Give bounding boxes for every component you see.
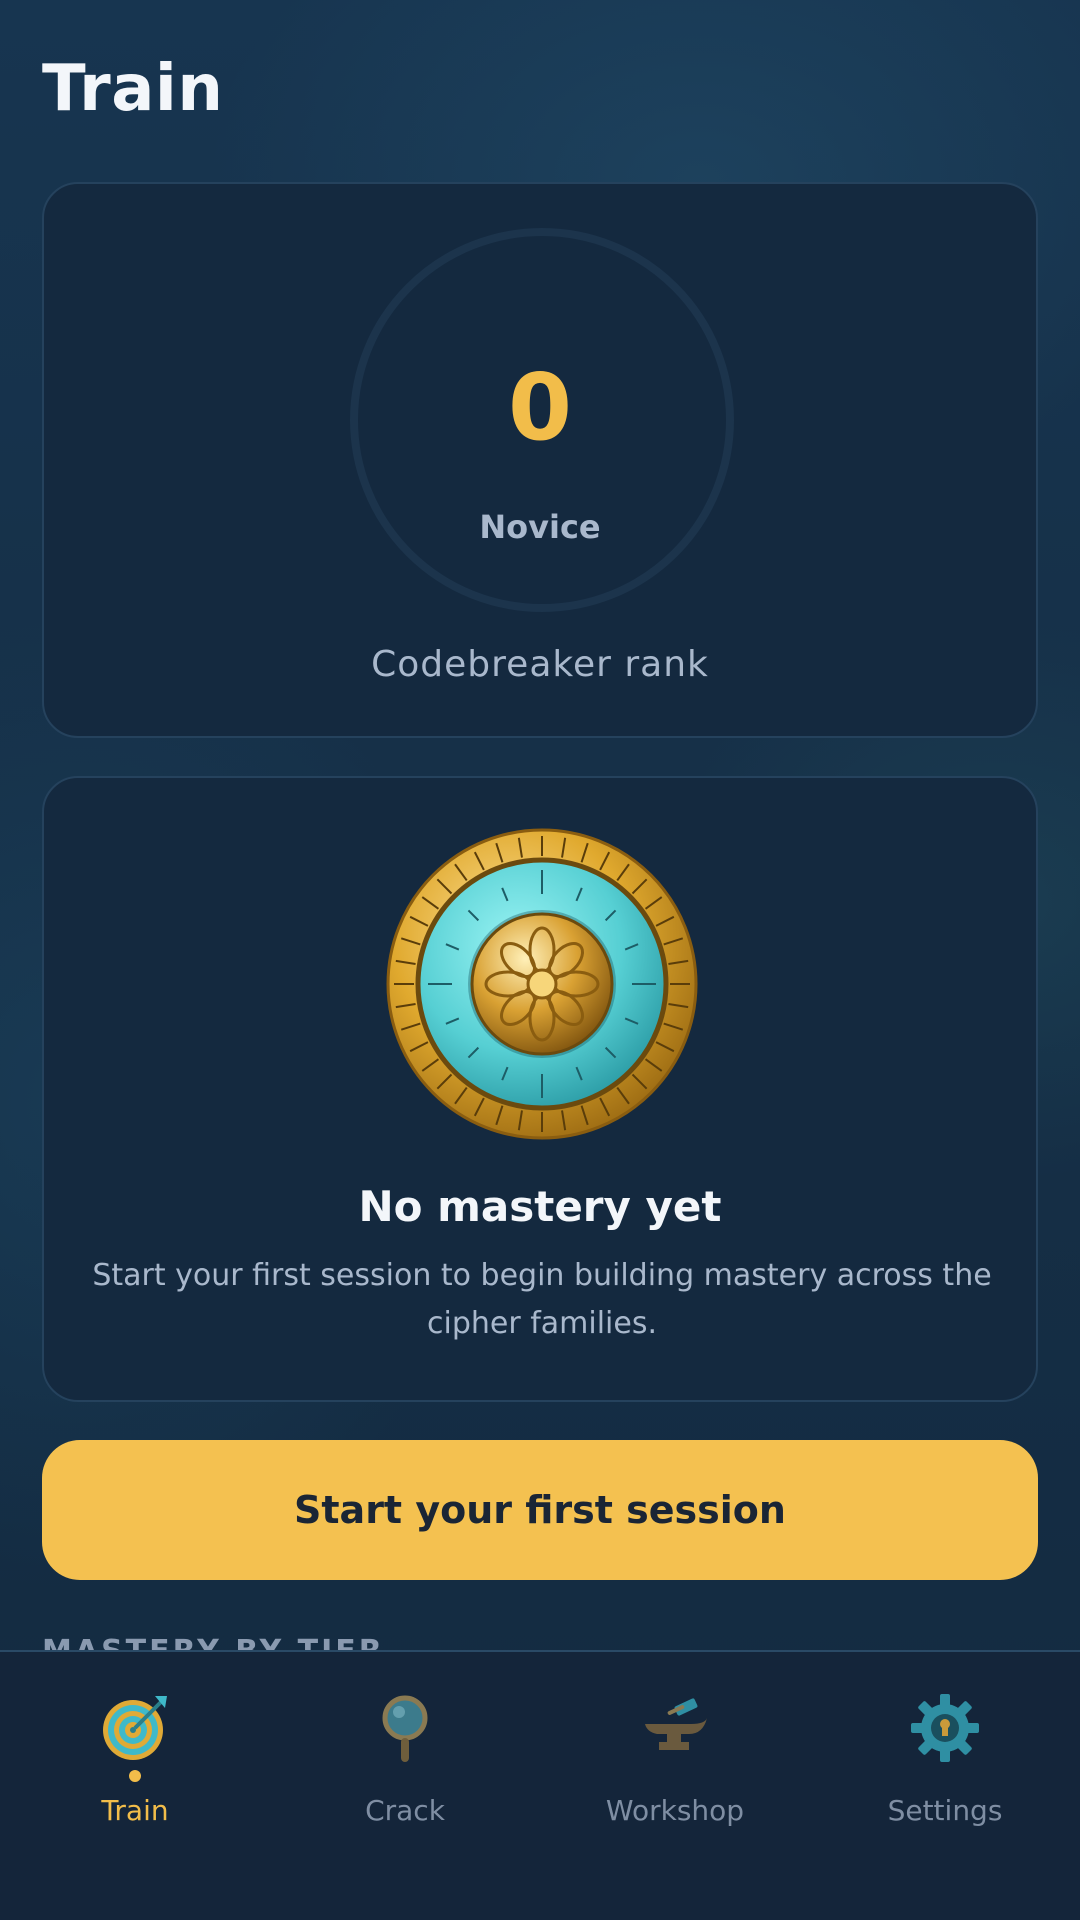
mastery-title: No mastery yet xyxy=(358,1182,722,1231)
mastery-by-tier-heading: MASTERY BY TIER xyxy=(42,1632,385,1650)
tab-train[interactable]: Train xyxy=(0,1692,270,1852)
tab-label: Settings xyxy=(887,1794,1003,1827)
rank-card: 0 Novice Codebreaker rank xyxy=(42,182,1038,738)
magnifier-icon xyxy=(382,1695,428,1762)
tab-crack[interactable]: Crack xyxy=(270,1692,540,1852)
rank-value: 0 xyxy=(507,354,572,461)
rank-tier: Novice xyxy=(479,508,601,546)
gear-lock-icon xyxy=(911,1694,979,1762)
tab-workshop[interactable]: Workshop xyxy=(540,1692,810,1852)
tab-label: Train xyxy=(101,1794,169,1827)
tab-settings[interactable]: Settings xyxy=(810,1692,1080,1852)
tab-label: Crack xyxy=(365,1794,445,1827)
active-tab-indicator xyxy=(129,1770,141,1782)
rank-caption: Codebreaker rank xyxy=(371,644,709,685)
target-icon xyxy=(103,1696,167,1760)
bottom-tab-bar: Train Crack Workshop Settings xyxy=(0,1650,1080,1920)
mastery-description: Start your first session to begin buildi… xyxy=(92,1258,992,1341)
vault-dial-icon xyxy=(386,828,698,1140)
page-title: Train xyxy=(42,52,224,126)
tab-label: Workshop xyxy=(605,1794,745,1827)
start-session-button[interactable]: Start your first session xyxy=(42,1440,1038,1580)
anvil-icon xyxy=(645,1698,707,1750)
mastery-empty-card: No mastery yet Start your first session … xyxy=(42,776,1038,1402)
